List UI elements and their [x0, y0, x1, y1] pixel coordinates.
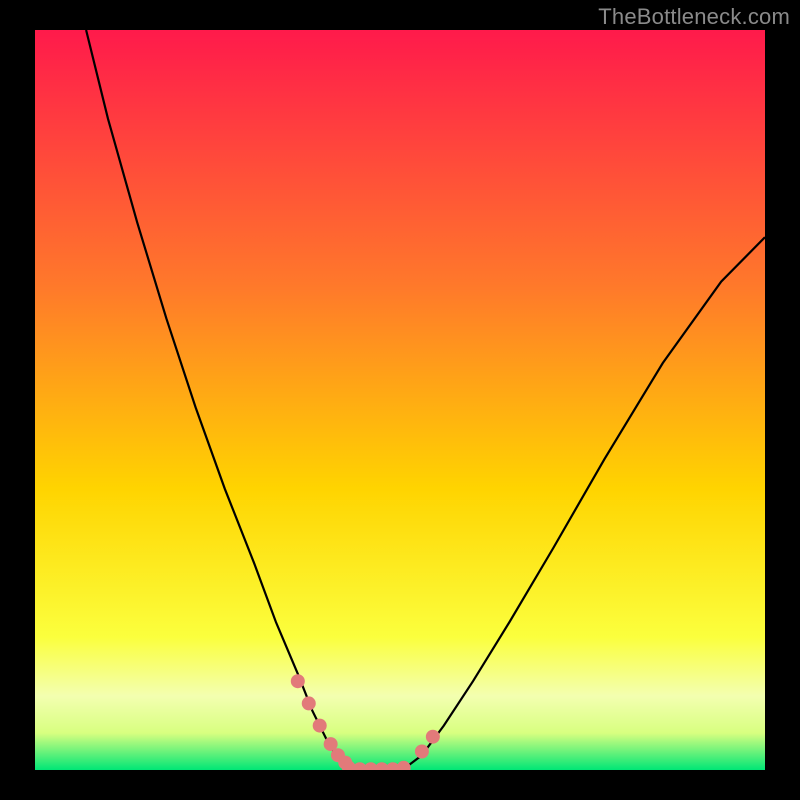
bottleneck-curve-path [86, 30, 765, 770]
marker-dot [313, 719, 327, 733]
chart-stage: TheBottleneck.com [0, 0, 800, 800]
marker-dot [415, 745, 429, 759]
marker-dot [426, 730, 440, 744]
marker-dot [397, 761, 411, 770]
watermark-text: TheBottleneck.com [598, 4, 790, 30]
bottleneck-curve [86, 30, 765, 770]
marker-dot [291, 674, 305, 688]
marker-dot [302, 696, 316, 710]
curve-layer [35, 30, 765, 770]
marker-cluster [291, 674, 440, 770]
plot-area [35, 30, 765, 770]
